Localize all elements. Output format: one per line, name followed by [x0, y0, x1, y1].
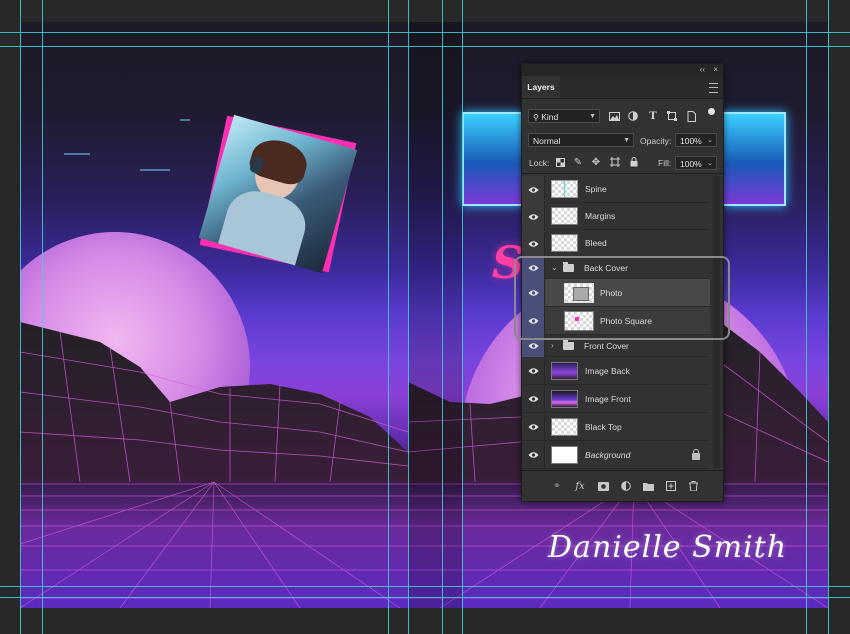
layer-thumbnail	[551, 390, 578, 408]
guide-line	[408, 0, 409, 634]
layer-name: Image Front	[585, 394, 631, 404]
selected-layers-highlight	[514, 256, 730, 340]
guide-line	[0, 46, 850, 47]
chevron-down-icon[interactable]: ⌄	[707, 134, 713, 148]
pixel-filter-icon[interactable]	[608, 110, 620, 122]
layer-thumbnail	[551, 234, 578, 252]
back-cover-photo	[198, 114, 375, 295]
layer-thumbnail	[551, 180, 578, 198]
adjustment-filter-icon[interactable]	[627, 110, 639, 122]
chevron-down-icon[interactable]: ⌄	[707, 157, 713, 171]
layer-row-image-back[interactable]: Image Back	[522, 357, 710, 385]
guide-line	[20, 0, 21, 634]
add-mask-icon[interactable]	[596, 479, 610, 493]
link-layers-icon[interactable]: ⚭	[550, 479, 564, 493]
layer-row-image-front[interactable]: Image Front	[522, 385, 710, 413]
layer-name: Black Top	[585, 422, 622, 432]
blend-row: Normal ▼ Opacity: 100% ⌄	[522, 130, 723, 150]
chevron-down-icon: ▼	[623, 137, 630, 144]
layer-name: Spine	[585, 184, 607, 194]
new-layer-icon[interactable]	[664, 479, 678, 493]
new-group-folder-icon[interactable]	[641, 479, 655, 493]
opacity-input[interactable]: 100% ⌄	[675, 133, 717, 147]
visibility-eye-icon[interactable]	[522, 176, 544, 203]
visibility-eye-icon[interactable]	[522, 413, 544, 441]
guide-line	[42, 0, 43, 634]
guide-line	[806, 0, 807, 634]
visibility-eye-icon[interactable]	[522, 203, 544, 230]
layer-name: Bleed	[585, 238, 607, 248]
visibility-eye-icon[interactable]	[522, 441, 544, 469]
layer-name: Image Back	[585, 366, 630, 376]
panel-tab-bar: Layers	[522, 76, 723, 99]
fill-label: Fill:	[658, 158, 672, 168]
layer-row-bleed[interactable]: Bleed	[522, 230, 710, 257]
layer-thumbnail	[551, 207, 578, 225]
lock-position-icon[interactable]: ✥	[590, 156, 602, 168]
adjustment-layer-icon[interactable]	[619, 479, 633, 493]
opacity-value: 100%	[680, 136, 702, 146]
guide-line	[828, 0, 829, 634]
layers-panel-footer: ⚭ fx	[522, 470, 723, 501]
collapse-icon[interactable]: ‹‹	[700, 65, 705, 74]
layer-name: Background	[585, 450, 631, 460]
filter-kind-select[interactable]: ⚲ Kind ▼	[528, 109, 600, 123]
guide-line	[0, 32, 850, 33]
guide-line	[0, 597, 850, 598]
shape-filter-icon[interactable]	[666, 110, 678, 122]
search-icon: ⚲	[533, 113, 539, 122]
chevron-down-icon: ▼	[589, 113, 596, 120]
guide-line	[442, 0, 443, 634]
close-icon[interactable]: ×	[713, 65, 718, 74]
layer-row-margins[interactable]: Margins	[522, 203, 710, 230]
opacity-label: Opacity:	[640, 136, 672, 146]
smart-object-filter-icon[interactable]	[685, 110, 697, 122]
tab-layers[interactable]: Layers	[522, 76, 560, 98]
guide-line	[462, 0, 463, 634]
trash-icon[interactable]	[686, 479, 700, 493]
layer-thumbnail	[551, 446, 578, 464]
layer-name: Margins	[585, 211, 616, 221]
lock-icon[interactable]	[692, 449, 700, 460]
filter-kind-value: Kind	[541, 112, 559, 122]
blend-mode-select[interactable]: Normal ▼	[528, 133, 634, 147]
type-filter-icon[interactable]: T	[647, 110, 659, 122]
blend-mode-value: Normal	[533, 136, 561, 146]
layer-thumbnail	[551, 362, 578, 380]
front-title-letter-art-right	[722, 112, 786, 206]
guide-line	[388, 0, 389, 634]
lock-all-icon[interactable]	[628, 156, 640, 168]
lock-image-pixels-icon[interactable]: ✎	[572, 156, 584, 168]
visibility-eye-icon[interactable]	[522, 385, 544, 413]
layer-row-background[interactable]: Background	[522, 441, 710, 469]
spine-area	[408, 22, 462, 608]
panel-menu-icon[interactable]	[709, 83, 718, 93]
author-name: Danielle Smith	[548, 530, 788, 565]
lock-transparent-pixels-icon[interactable]	[554, 156, 566, 168]
layer-row-spine[interactable]: Spine	[522, 176, 710, 203]
lock-row: Lock: ✎ ✥ Fill: 100% ⌄	[522, 153, 723, 174]
fill-value: 100%	[680, 159, 702, 169]
lock-label: Lock:	[529, 158, 550, 168]
fill-input[interactable]: 100% ⌄	[675, 156, 717, 170]
layer-thumbnail	[551, 418, 578, 436]
filter-row: ⚲ Kind ▼ T	[522, 106, 723, 126]
visibility-eye-icon[interactable]	[522, 230, 544, 257]
visibility-eye-icon[interactable]	[522, 357, 544, 385]
panel-title-bar[interactable]: ‹‹ ×	[522, 64, 723, 76]
guide-line	[0, 586, 850, 587]
layer-row-black-top[interactable]: Black Top	[522, 413, 710, 441]
filter-toggle-icon[interactable]	[708, 108, 715, 115]
fx-icon[interactable]: fx	[573, 479, 587, 493]
folder-icon	[563, 340, 574, 350]
lock-artboard-icon[interactable]	[609, 156, 621, 168]
